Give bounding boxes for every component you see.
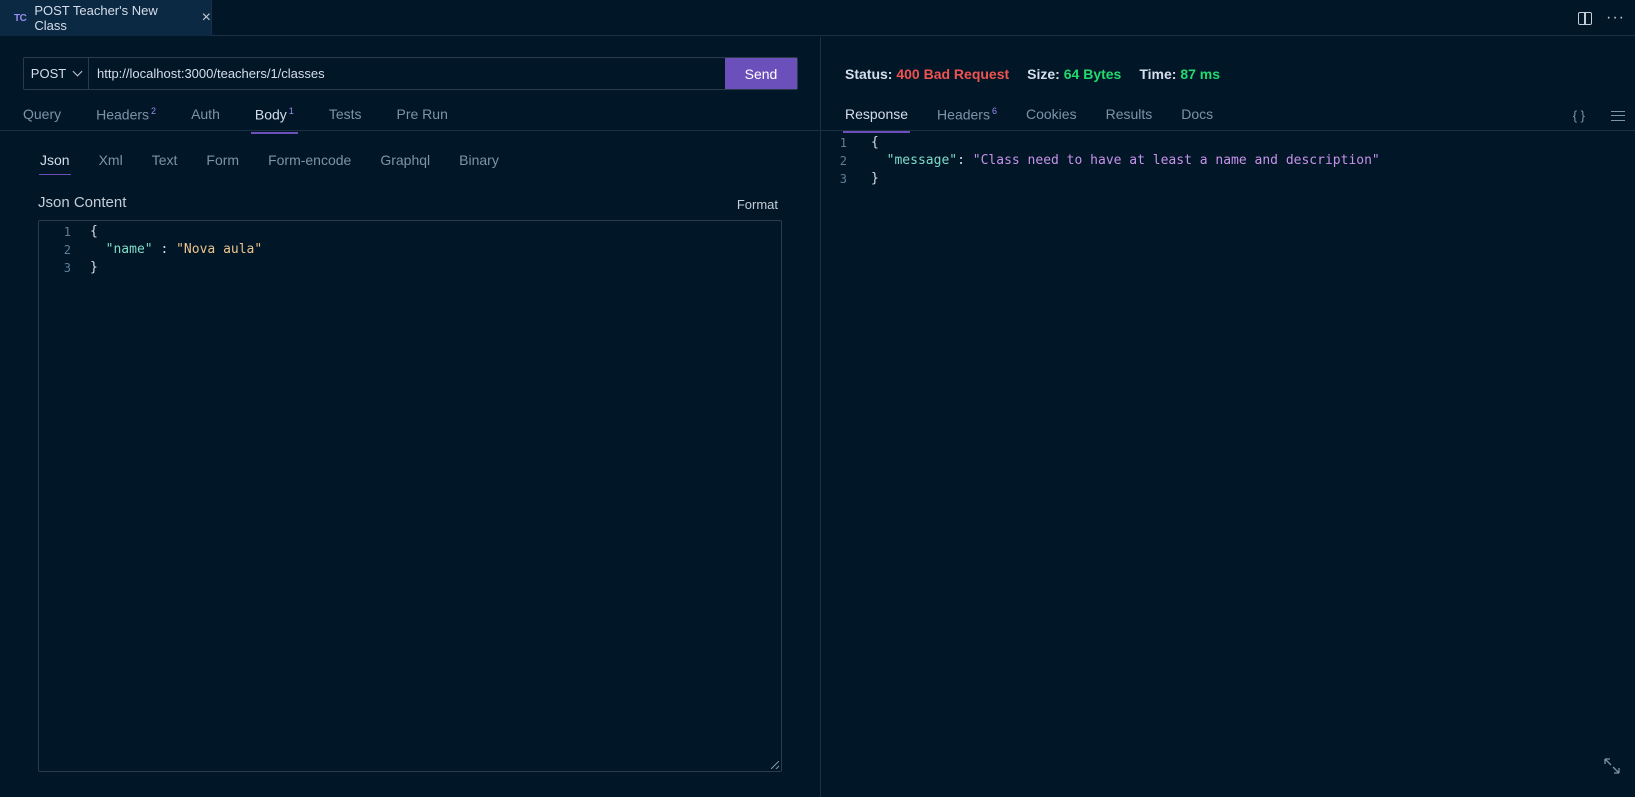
request-tabs: Query Headers 2 Auth Body 1 Tests Pre Run xyxy=(23,106,483,134)
braces-icon[interactable]: { } xyxy=(1573,108,1585,123)
tab-count-badge: 6 xyxy=(991,106,997,116)
code-line: 1 { xyxy=(821,133,879,152)
time-info: Time: 87 ms xyxy=(1139,66,1220,82)
tab-query[interactable]: Query xyxy=(23,106,61,130)
body-tab-form[interactable]: Form xyxy=(206,152,239,168)
time-label: Time: xyxy=(1139,66,1177,82)
line-number: 3 xyxy=(63,260,71,275)
json-body-editor[interactable]: 1 { 2 "name" : "Nova aula" 3 } xyxy=(38,220,782,772)
tab-label: Docs xyxy=(1181,106,1214,122)
tab-auth[interactable]: Auth xyxy=(191,106,220,130)
send-button[interactable]: Send xyxy=(725,58,797,89)
code-text: } xyxy=(871,171,879,186)
url-bar: POST http://localhost:3000/teachers/1/cl… xyxy=(23,57,798,90)
tab-label: Pre Run xyxy=(396,106,448,122)
tab-body[interactable]: Body 1 xyxy=(250,106,298,134)
body-tab-xml[interactable]: Xml xyxy=(99,152,123,168)
json-separator: : xyxy=(152,242,177,257)
resize-handle[interactable] xyxy=(771,761,779,769)
response-summary: Status: 400 Bad Request Size: 64 Bytes T… xyxy=(845,66,1220,82)
tab-cookies[interactable]: Cookies xyxy=(1026,106,1077,129)
tab-pre-run[interactable]: Pre Run xyxy=(397,106,448,130)
body-type-tabs: Json Xml Text Form Form-encode Graphql B… xyxy=(39,152,528,175)
tab-label: Response xyxy=(845,106,909,122)
code-text: "message": "Class need to have at least … xyxy=(871,153,1380,168)
json-separator: : xyxy=(957,153,973,168)
divider xyxy=(821,130,1635,131)
thunder-client-icon: TC xyxy=(14,12,27,24)
body-tab-binary[interactable]: Binary xyxy=(459,152,499,168)
tab-results[interactable]: Results xyxy=(1106,106,1153,129)
line-number: 3 xyxy=(839,171,847,186)
request-tab-title: POST Teacher's New Class xyxy=(34,3,158,33)
json-key: "message" xyxy=(886,153,958,168)
tab-docs[interactable]: Docs xyxy=(1181,106,1213,129)
word-wrap-icon[interactable] xyxy=(1611,110,1625,121)
status-info: Status: 400 Bad Request xyxy=(845,66,1009,82)
size-info: Size: 64 Bytes xyxy=(1027,66,1121,82)
method-select[interactable]: POST xyxy=(24,58,89,89)
expand-icon[interactable] xyxy=(1603,757,1621,775)
status-label: Status: xyxy=(845,66,893,82)
body-tab-form-encode[interactable]: Form-encode xyxy=(268,152,351,168)
tab-label: Body xyxy=(254,106,287,123)
format-button[interactable]: Format xyxy=(737,197,778,212)
tab-count-badge: 2 xyxy=(151,106,157,116)
close-icon[interactable]: × xyxy=(202,10,211,26)
code-text: { xyxy=(871,135,879,150)
divider xyxy=(0,130,820,131)
code-line: 2 "name" : "Nova aula" xyxy=(39,240,262,259)
time-value: 87 ms xyxy=(1180,66,1221,82)
code-line: 3 } xyxy=(39,258,98,277)
response-tabs: Response Headers 6 Cookies Results Docs xyxy=(842,106,1242,133)
line-number: 1 xyxy=(63,224,71,239)
tab-label: Headers xyxy=(937,106,990,123)
code-line: 2 "message": "Class need to have at leas… xyxy=(821,151,1380,170)
line-number: 2 xyxy=(839,153,847,168)
status-value: 400 Bad Request xyxy=(896,66,1010,82)
size-label: Size: xyxy=(1027,66,1060,82)
json-value: "Class need to have at least a name and … xyxy=(972,153,1380,168)
url-input[interactable]: http://localhost:3000/teachers/1/classes xyxy=(89,58,725,89)
code-text: "name" : "Nova aula" xyxy=(90,242,263,257)
code-line: 3 } xyxy=(821,169,879,188)
response-pane: Status: 400 Bad Request Size: 64 Bytes T… xyxy=(821,37,1635,797)
tab-label: Query xyxy=(23,106,62,122)
tab-label: Cookies xyxy=(1025,106,1077,122)
split-editor-icon[interactable] xyxy=(1578,11,1593,25)
method-label: POST xyxy=(30,66,67,81)
more-actions-icon[interactable]: ··· xyxy=(1606,10,1625,26)
request-pane: POST http://localhost:3000/teachers/1/cl… xyxy=(0,37,820,797)
body-tab-json[interactable]: Json xyxy=(39,152,71,175)
body-tab-text[interactable]: Text xyxy=(152,152,178,168)
code-text: } xyxy=(90,260,98,275)
tab-response[interactable]: Response xyxy=(842,106,911,133)
json-key: "name" xyxy=(105,242,153,257)
json-content-label: Json Content xyxy=(38,194,127,211)
tab-label: Auth xyxy=(191,106,220,122)
line-number: 2 xyxy=(63,242,71,257)
tab-count-badge: 1 xyxy=(288,106,294,116)
chevron-down-icon xyxy=(72,66,83,77)
tab-label: Headers xyxy=(96,106,150,123)
json-value: "Nova aula" xyxy=(176,242,263,257)
code-line: 1 { xyxy=(39,222,98,241)
tab-tests[interactable]: Tests xyxy=(329,106,362,130)
tab-label: Results xyxy=(1105,106,1153,122)
code-text: { xyxy=(90,224,98,239)
editor-tab-bar: TC POST Teacher's New Class × ··· xyxy=(0,0,1635,36)
body-tab-graphql[interactable]: Graphql xyxy=(380,152,430,168)
tab-headers[interactable]: Headers 2 xyxy=(96,106,156,130)
tab-label: Tests xyxy=(328,106,362,122)
tab-response-headers[interactable]: Headers 6 xyxy=(937,106,997,129)
line-number: 1 xyxy=(839,135,847,150)
size-value: 64 Bytes xyxy=(1063,66,1122,82)
request-tab[interactable]: TC POST Teacher's New Class × xyxy=(0,0,212,36)
